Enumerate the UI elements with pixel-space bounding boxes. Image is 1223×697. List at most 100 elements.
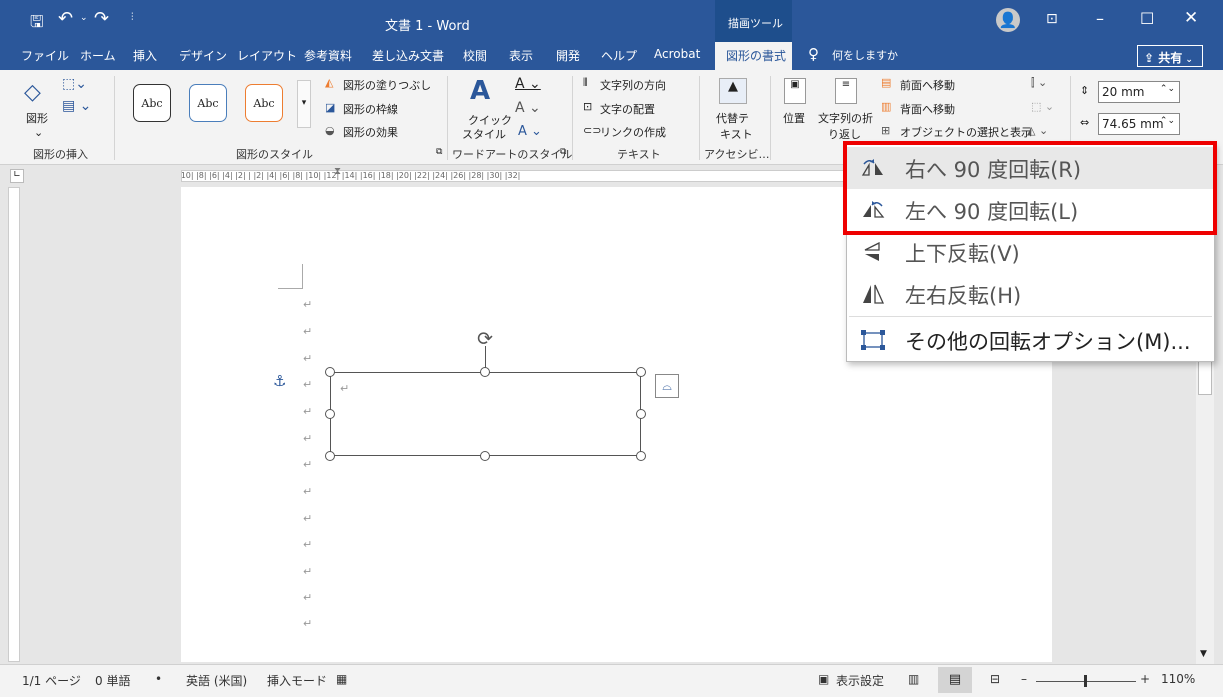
- tab-review[interactable]: 校閲: [463, 47, 487, 64]
- save-icon[interactable]: 🖫: [30, 11, 44, 38]
- text-direction-button[interactable]: 文字列の方向: [600, 77, 666, 93]
- minimize-icon[interactable]: –: [1096, 9, 1104, 28]
- zoom-in-icon[interactable]: +: [1140, 672, 1150, 686]
- wrap-text-label-2[interactable]: り返し: [828, 126, 861, 142]
- account-icon[interactable]: 👤: [996, 8, 1020, 32]
- style-sample-3[interactable]: Abc: [245, 84, 283, 122]
- shape-effects-button[interactable]: 図形の効果: [343, 124, 398, 140]
- group-icon[interactable]: ⬚ ⌄: [1031, 100, 1054, 113]
- read-mode-icon[interactable]: ▥: [908, 672, 919, 686]
- undo-icon[interactable]: ↶: [58, 8, 73, 29]
- wordart-quick-style-icon[interactable]: A: [470, 76, 490, 106]
- dialog-launcher-icon[interactable]: ⧉: [560, 147, 566, 157]
- vertical-ruler[interactable]: [8, 187, 20, 662]
- menu-item-flip-vertical[interactable]: 上下反転(V): [847, 231, 1214, 273]
- close-icon[interactable]: ✕: [1184, 8, 1198, 28]
- link-icon[interactable]: ⊂⊃: [583, 124, 601, 137]
- create-link-button[interactable]: リンクの作成: [600, 124, 666, 140]
- send-backward-button[interactable]: 背面へ移動: [900, 101, 955, 117]
- alt-text-label-2[interactable]: キスト: [720, 126, 753, 142]
- shape-outline-button[interactable]: 図形の枠線: [343, 101, 398, 117]
- text-box-shape[interactable]: [330, 372, 641, 456]
- spinner-icon[interactable]: ⌃⌄: [1160, 116, 1175, 126]
- wrap-text-label[interactable]: 文字列の折: [818, 110, 873, 126]
- align-icon[interactable]: ⫿ ⌄: [1031, 76, 1047, 90]
- ribbon-display-icon[interactable]: ⊡: [1046, 11, 1058, 27]
- tab-file[interactable]: ファイル: [21, 47, 69, 64]
- tab-insert[interactable]: 挿入: [133, 47, 157, 64]
- maximize-icon[interactable]: ☐: [1140, 9, 1154, 28]
- textbox-icon[interactable]: ▤ ⌄: [62, 98, 91, 114]
- resize-handle-bottom[interactable]: [480, 451, 490, 461]
- resize-handle-right[interactable]: [636, 409, 646, 419]
- word-count[interactable]: 0 単語: [95, 672, 130, 689]
- alt-text-label[interactable]: 代替テ: [716, 110, 749, 126]
- customize-qat-icon[interactable]: ⫶: [131, 12, 134, 23]
- tab-design[interactable]: デザイン: [179, 47, 227, 64]
- tab-help[interactable]: ヘルプ: [601, 47, 637, 64]
- shapes-icon[interactable]: ◇: [24, 80, 41, 105]
- style-sample-2[interactable]: Abc: [189, 84, 227, 122]
- share-button[interactable]: ⇪ 共有 ⌄: [1137, 45, 1203, 67]
- send-backward-icon[interactable]: ▥: [881, 100, 891, 113]
- macro-icon[interactable]: ▦: [336, 672, 347, 686]
- page-count[interactable]: 1/1 ページ: [22, 672, 81, 689]
- text-direction-icon[interactable]: ⫴: [583, 76, 588, 90]
- shape-height-field[interactable]: 20 mm ⌃⌄: [1098, 81, 1180, 103]
- resize-handle-top-left[interactable]: [325, 367, 335, 377]
- tab-home[interactable]: ホーム: [80, 47, 116, 64]
- web-layout-icon[interactable]: ⊟: [990, 672, 1000, 686]
- shape-effects-icon[interactable]: ◒: [325, 124, 335, 137]
- text-effects-icon[interactable]: A ⌄: [518, 124, 542, 139]
- shape-fill-button[interactable]: 図形の塗りつぶし: [343, 77, 431, 93]
- tab-selector-icon[interactable]: ∟: [10, 169, 24, 183]
- selection-pane-icon[interactable]: ⊞: [881, 124, 890, 137]
- shapes-dropdown-icon[interactable]: ⌄: [34, 126, 43, 139]
- scroll-down-icon[interactable]: ▼: [1200, 649, 1207, 659]
- edit-shape-icon[interactable]: ⬚⌄: [62, 76, 87, 92]
- dialog-launcher-icon[interactable]: ⧉: [436, 147, 442, 157]
- undo-dropdown-icon[interactable]: ⌄: [80, 13, 88, 23]
- shape-width-field[interactable]: 74.65 mm ⌃⌄: [1098, 113, 1180, 135]
- display-settings-icon[interactable]: ▣: [818, 672, 829, 686]
- tab-view[interactable]: 表示: [509, 47, 533, 64]
- text-outline-icon[interactable]: A ⌄: [515, 100, 541, 116]
- tab-layout[interactable]: レイアウト: [237, 47, 297, 64]
- menu-item-more-rotation-options[interactable]: その他の回転オプション(M)...: [847, 319, 1214, 361]
- tab-mailings[interactable]: 差し込み文書: [372, 47, 444, 64]
- spinner-icon[interactable]: ⌃⌄: [1160, 84, 1175, 94]
- resize-handle-top-right[interactable]: [636, 367, 646, 377]
- tab-references[interactable]: 参考資料: [304, 47, 352, 64]
- zoom-out-icon[interactable]: –: [1021, 672, 1027, 686]
- print-layout-icon[interactable]: ▤: [938, 667, 972, 693]
- tab-developer[interactable]: 開発: [556, 47, 580, 64]
- position-label[interactable]: 位置: [783, 110, 805, 126]
- style-sample-1[interactable]: Abc: [133, 84, 171, 122]
- shape-fill-icon[interactable]: ◭: [325, 76, 333, 89]
- selection-pane-button[interactable]: オブジェクトの選択と表示: [900, 124, 1032, 140]
- language[interactable]: 英語 (米国): [186, 672, 247, 689]
- zoom-slider-thumb[interactable]: [1084, 675, 1087, 687]
- quick-style-label-2[interactable]: スタイル: [462, 126, 506, 142]
- text-fill-icon[interactable]: A ⌄: [515, 76, 541, 92]
- shapes-button-label[interactable]: 図形: [26, 110, 48, 126]
- shape-outline-icon[interactable]: ◪: [325, 101, 335, 114]
- align-text-icon[interactable]: ⊡: [583, 100, 592, 113]
- tell-me-search[interactable]: 何をしますか: [832, 47, 898, 63]
- rotate-icon[interactable]: ◭ ⌄: [1027, 124, 1048, 137]
- tab-shape-format[interactable]: 図形の書式: [715, 42, 792, 70]
- wrap-text-icon[interactable]: ≡: [835, 78, 857, 104]
- bring-forward-icon[interactable]: ▤: [881, 76, 891, 89]
- menu-item-flip-horizontal[interactable]: 左右反転(H): [847, 273, 1214, 315]
- zoom-level[interactable]: 110%: [1161, 672, 1195, 686]
- style-gallery-more-button[interactable]: ▾: [297, 80, 311, 128]
- indent-marker-icon[interactable]: ⧗: [334, 166, 341, 177]
- position-icon[interactable]: ▣: [784, 78, 806, 104]
- resize-handle-left[interactable]: [325, 409, 335, 419]
- redo-icon[interactable]: ↷: [94, 8, 109, 29]
- resize-handle-bottom-left[interactable]: [325, 451, 335, 461]
- align-text-button[interactable]: 文字の配置: [600, 101, 655, 117]
- layout-options-icon[interactable]: ⌓: [655, 374, 679, 398]
- resize-handle-bottom-right[interactable]: [636, 451, 646, 461]
- insert-mode[interactable]: 挿入モード: [267, 672, 327, 689]
